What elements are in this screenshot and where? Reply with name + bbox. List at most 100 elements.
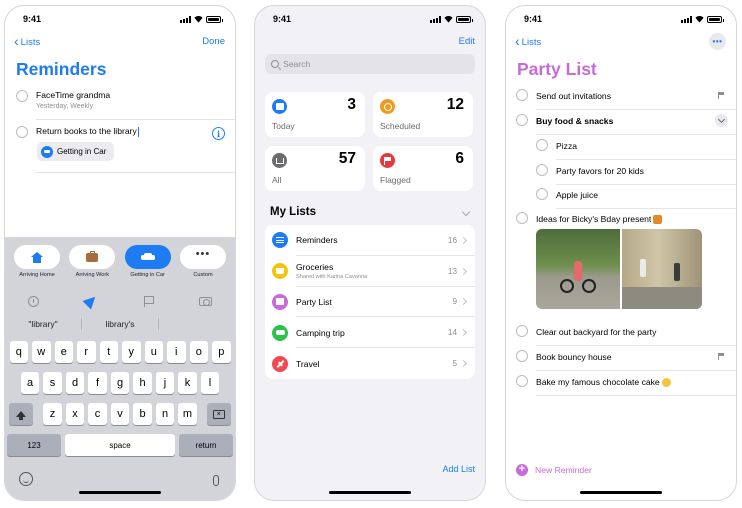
list-item-reminders[interactable]: Reminders 16 (265, 225, 475, 256)
reminder-title-input[interactable]: Return books to the library (36, 126, 137, 136)
key-q[interactable]: q (9, 341, 28, 363)
key-c[interactable]: c (88, 403, 107, 425)
location-arriving-work[interactable]: Arriving Work (68, 245, 116, 278)
return-key[interactable]: return (179, 434, 233, 456)
key-z[interactable]: z (43, 403, 62, 425)
checkbox-circle[interactable] (536, 188, 548, 200)
checkbox-circle[interactable] (516, 375, 528, 387)
reminder-item[interactable]: Buy food & snacks (516, 113, 736, 137)
checkbox-circle[interactable] (16, 90, 28, 102)
delete-key[interactable]: × (206, 403, 231, 425)
done-button[interactable]: Done (202, 36, 225, 47)
numbers-key[interactable]: 123 (7, 434, 61, 456)
list-item-camping-trip[interactable]: Camping trip 14 (265, 317, 475, 349)
camera-icon[interactable] (198, 296, 212, 306)
checkbox-circle[interactable] (516, 89, 528, 101)
key-i[interactable]: i (167, 341, 186, 363)
microphone-icon[interactable] (213, 475, 219, 486)
info-icon[interactable]: i (212, 127, 225, 140)
key-n[interactable]: n (155, 403, 175, 425)
key-w[interactable]: w (32, 341, 51, 363)
key-r[interactable]: r (77, 341, 96, 363)
location-getting-in-car[interactable]: Getting in Car (124, 245, 172, 278)
reminder-title: Buy food & snacks (536, 116, 614, 126)
add-list-button[interactable]: Add List (442, 464, 475, 474)
reminder-title: Ideas for Bicky's Bday present (536, 214, 652, 224)
smart-list-flagged[interactable]: 6 Flagged (373, 146, 473, 191)
key-p[interactable]: p (212, 341, 231, 363)
location-chip[interactable]: Getting in Car (37, 142, 115, 161)
key-m[interactable]: m (178, 403, 197, 425)
key-k[interactable]: k (178, 372, 197, 394)
location-custom[interactable]: ••• Custom (179, 245, 227, 278)
reminder-title: Clear out backyard for the party (536, 327, 657, 337)
suggestion[interactable]: library's (82, 315, 158, 333)
reminder-item-editing[interactable]: Return books to the library (16, 126, 235, 138)
key-o[interactable]: o (189, 341, 208, 363)
flag-icon[interactable] (143, 295, 154, 307)
reminder-item[interactable]: Book bouncy house (516, 349, 736, 373)
space-key[interactable]: space (65, 434, 175, 456)
more-options-icon[interactable]: ••• (709, 33, 726, 50)
key-v[interactable]: v (110, 403, 130, 425)
checkbox-circle[interactable] (516, 325, 528, 337)
smart-list-today[interactable]: 3 Today (265, 92, 365, 137)
key-h[interactable]: h (133, 372, 152, 394)
shift-key[interactable] (9, 403, 34, 425)
key-g[interactable]: g (110, 372, 130, 394)
location-arriving-home[interactable]: Arriving Home (13, 245, 61, 278)
key-x[interactable]: x (65, 403, 85, 425)
emoji-icon[interactable] (19, 472, 33, 486)
back-to-lists-button[interactable]: ‹ Lists (14, 34, 40, 48)
key-y[interactable]: y (122, 341, 141, 363)
checkbox-circle[interactable] (536, 139, 548, 151)
key-t[interactable]: t (99, 341, 118, 363)
signal-icon (180, 16, 191, 23)
list-item-travel[interactable]: Travel 5 (265, 348, 475, 379)
list-item-groceries[interactable]: Groceries Shared with Karina Cavanna 13 (265, 256, 475, 287)
key-e[interactable]: e (54, 341, 73, 363)
subtask-item[interactable]: Apple juice (516, 187, 736, 211)
key-u[interactable]: u (144, 341, 163, 363)
location-arrow-icon[interactable] (82, 292, 100, 310)
reminder-item[interactable]: Bake my famous chocolate cake (516, 374, 736, 398)
photo-kids-scooter[interactable] (620, 229, 702, 309)
reminder-item[interactable]: FaceTime grandma Yesterday, Weekly (16, 90, 235, 110)
battery-icon (707, 16, 724, 23)
reminder-item[interactable]: Clear out backyard for the party (516, 324, 736, 348)
key-s[interactable]: s (43, 372, 62, 394)
new-reminder-label: New Reminder (535, 465, 592, 475)
suggestion[interactable]: "library" (5, 315, 81, 333)
checkbox-circle[interactable] (536, 164, 548, 176)
party-list-screen: 9:41 ‹ Lists ••• Party List Send out inv… (505, 5, 737, 501)
location-label: Arriving Work (75, 272, 110, 278)
chevron-down-icon[interactable] (461, 207, 471, 217)
key-b[interactable]: b (133, 403, 152, 425)
photo-kid-on-bike[interactable] (536, 229, 620, 309)
key-f[interactable]: f (88, 372, 107, 394)
back-to-lists-button[interactable]: ‹ Lists (515, 34, 541, 48)
signal-icon (430, 16, 441, 23)
search-field[interactable]: Search (265, 54, 475, 74)
new-reminder-button[interactable]: + New Reminder (516, 464, 592, 476)
checkbox-circle[interactable] (516, 212, 528, 224)
checkbox-circle[interactable] (16, 126, 28, 138)
edit-button[interactable]: Edit (459, 36, 475, 47)
subtask-item[interactable]: Pizza (516, 138, 736, 162)
suggestion[interactable] (159, 315, 235, 333)
checkbox-circle[interactable] (516, 114, 528, 126)
subtask-item[interactable]: Party favors for 20 kids (516, 163, 736, 187)
key-d[interactable]: d (65, 372, 85, 394)
checkbox-circle[interactable] (516, 350, 528, 362)
chevron-down-icon[interactable] (715, 114, 728, 127)
key-j[interactable]: j (155, 372, 175, 394)
chevron-right-icon (459, 360, 468, 368)
smart-list-scheduled[interactable]: 12 Scheduled (373, 92, 473, 137)
key-a[interactable]: a (20, 372, 40, 394)
key-l[interactable]: l (200, 372, 220, 394)
reminder-item[interactable]: Send out invitations (516, 88, 736, 112)
list-item-party-list[interactable]: Party List 9 (265, 287, 475, 318)
smart-list-all[interactable]: 57 All (265, 146, 365, 191)
attached-photos[interactable] (536, 229, 702, 309)
clock-icon[interactable] (28, 295, 40, 307)
